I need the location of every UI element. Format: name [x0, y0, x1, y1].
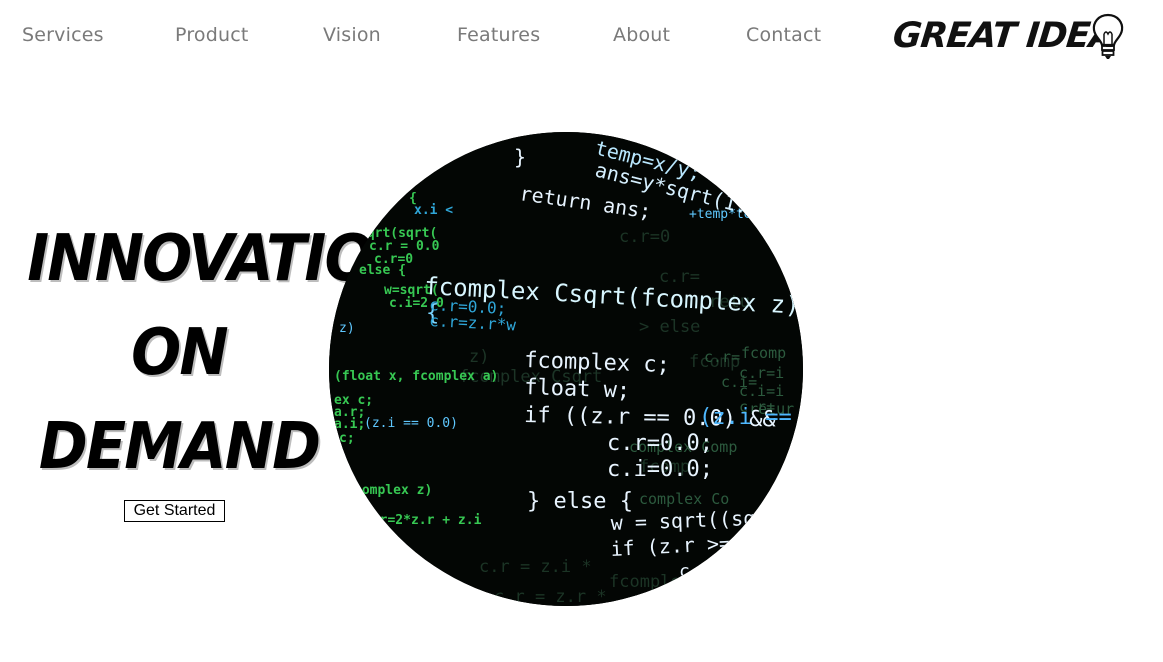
svg-text:c.r=: c.r=	[704, 348, 740, 366]
get-started-button[interactable]: Get Started	[124, 500, 225, 522]
svg-text:a.i;: a.i;	[334, 417, 365, 432]
svg-text:(z.i == 0.0): (z.i == 0.0)	[364, 416, 458, 431]
svg-text:c.r = z.r *: c.r = z.r *	[494, 587, 607, 606]
svg-text:z): z)	[339, 321, 355, 336]
svg-text:c.r=0.0;: c.r=0.0;	[607, 431, 713, 456]
nav-link-services[interactable]: Services	[22, 24, 104, 46]
svg-text:> else: > else	[639, 317, 700, 337]
code-screen-graphic: c.r=0 c.r= retu > else fcomp z) fcomplex…	[329, 132, 803, 606]
landing-page: Services Product Vision Features About C…	[0, 0, 1163, 662]
svg-text:c.i=0.0;: c.i=0.0;	[607, 457, 713, 482]
svg-text:fcomp: fcomp	[741, 344, 786, 362]
svg-text:}: }	[514, 145, 526, 169]
svg-text:(z.i == 0.0)) {: (z.i == 0.0)) {	[699, 405, 803, 430]
headline-line-2: ON	[131, 316, 228, 390]
nav-link-features[interactable]: Features	[457, 24, 540, 46]
svg-text:c.r: c.r	[679, 561, 712, 582]
svg-text:z): z)	[469, 347, 489, 367]
svg-text:else {: else {	[359, 263, 406, 278]
nav-link-vision[interactable]: Vision	[323, 24, 381, 46]
headline-line-3: DEMAND	[38, 410, 321, 484]
code-screen-image: c.r=0 c.r= retu > else fcomp z) fcomplex…	[329, 132, 803, 606]
nav-link-product[interactable]: Product	[175, 24, 249, 46]
top-nav: Services Product Vision Features About C…	[0, 0, 1163, 72]
svg-text:fcomplex c;: fcomplex c;	[524, 348, 670, 378]
svg-text:c.r=2*z.r + z.i: c.r=2*z.r + z.i	[364, 513, 482, 528]
svg-text:c.r=0: c.r=0	[619, 227, 670, 247]
svg-text:c.r=i: c.r=i	[739, 364, 784, 382]
svg-text:complex z): complex z)	[354, 483, 432, 498]
brand-logo[interactable]: GREAT IDEA	[890, 12, 1133, 62]
svg-text:c.i=i: c.i=i	[739, 382, 784, 400]
lightbulb-icon	[1092, 13, 1124, 59]
svg-text:c;: c;	[339, 431, 355, 446]
logo-text: GREAT IDEA	[890, 16, 1118, 56]
svg-text:x.i <: x.i <	[414, 203, 453, 218]
svg-text:c.r = z.i *: c.r = z.i *	[479, 557, 592, 577]
svg-text:(float x, fcomplex a): (float x, fcomplex a)	[334, 369, 498, 384]
nav-link-about[interactable]: About	[613, 24, 670, 46]
svg-text:complex Co: complex Co	[639, 490, 729, 508]
hero-headline: INNOVATION ON DEMAND	[14, 212, 422, 494]
headline-line-1: INNOVATION	[27, 222, 422, 296]
svg-text:float w;: float w;	[524, 375, 631, 404]
nav-link-contact[interactable]: Contact	[746, 24, 821, 46]
